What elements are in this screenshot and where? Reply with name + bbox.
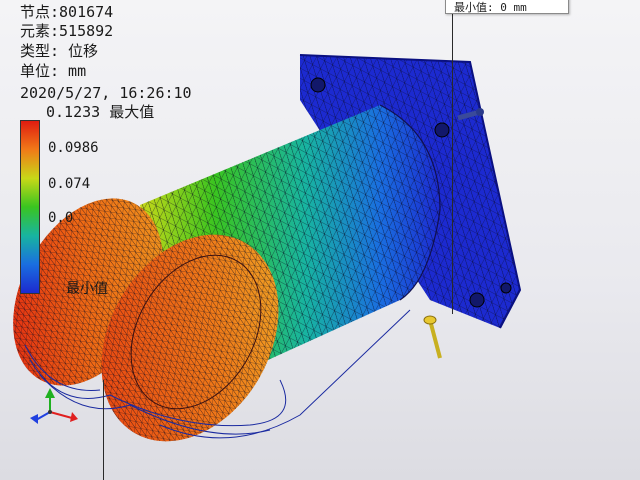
- x-axis: [49, 411, 73, 419]
- result-type-label: 类型: 位移: [20, 42, 99, 60]
- probe-line-min: [452, 14, 453, 314]
- element-label: 元素:515892: [20, 22, 114, 40]
- flange-bolt: [434, 122, 450, 138]
- probe-line-max: [103, 380, 104, 480]
- node-label: 节点:801674: [20, 3, 114, 21]
- legend-tick-label: 0.074: [48, 176, 91, 192]
- timestamp-label: 2020/5/27, 16:26:10: [20, 84, 192, 102]
- load-arrow-icon: [423, 315, 442, 359]
- fea-viewport[interactable]: [0, 0, 640, 480]
- unit-label: 单位: mm: [20, 62, 87, 80]
- legend-max-label: 0.1233 最大值: [46, 103, 155, 121]
- legend-color-bar: [20, 120, 40, 294]
- legend-min-label: 最小值: [66, 281, 108, 297]
- legend-tick-label: 0.0: [48, 210, 74, 226]
- z-axis: [35, 411, 51, 421]
- flange-bolt: [469, 292, 485, 308]
- legend-tick-label: 0.0986: [48, 140, 99, 156]
- flange-bolt: [500, 282, 512, 294]
- flange-bolt: [310, 77, 326, 93]
- axis-triad-icon: [30, 388, 78, 424]
- min-value-tooltip[interactable]: 最小值: 0 mm: [445, 0, 569, 14]
